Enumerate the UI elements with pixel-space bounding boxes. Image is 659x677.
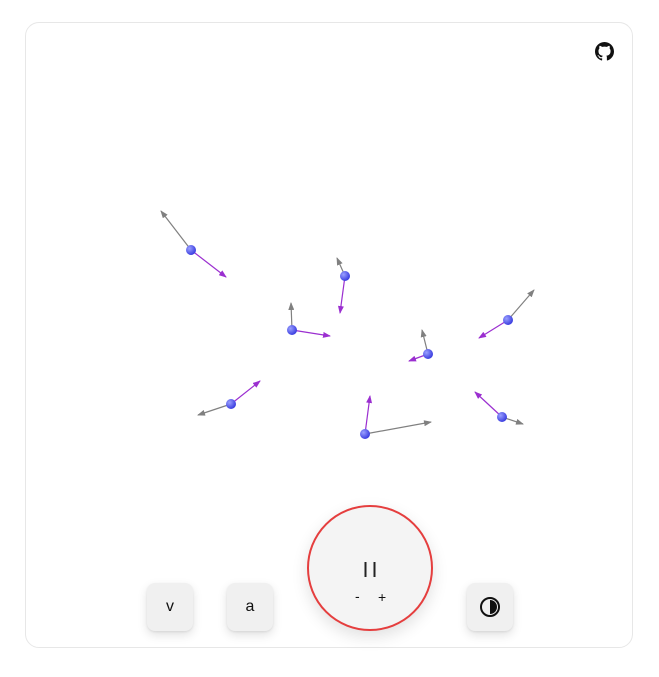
acceleration-arrow: [230, 380, 261, 405]
pause-icon: [364, 562, 376, 577]
acceleration-toggle-button[interactable]: a: [227, 583, 273, 631]
velocity-toggle-button[interactable]: v: [147, 583, 193, 631]
particle: [360, 429, 370, 439]
particle: [423, 349, 433, 359]
velocity-arrow: [160, 210, 192, 251]
acceleration-arrow: [337, 275, 346, 314]
theme-toggle-button[interactable]: [467, 583, 513, 631]
particle: [186, 245, 196, 255]
speed-decrease-button[interactable]: -: [355, 588, 360, 604]
particle: [226, 399, 236, 409]
acceleration-arrow: [291, 329, 331, 338]
velocity-arrow: [197, 403, 232, 416]
acceleration-arrow: [190, 249, 227, 278]
velocity-arrow: [507, 289, 535, 321]
acceleration-arrow: [474, 391, 503, 418]
particle: [497, 412, 507, 422]
velocity-label: v: [166, 598, 174, 615]
acceleration-arrow: [478, 319, 509, 339]
particle: [340, 271, 350, 281]
acceleration-arrow: [364, 395, 373, 435]
velocity-arrow: [364, 420, 432, 435]
speed-increase-button[interactable]: +: [378, 589, 386, 605]
particle: [503, 315, 513, 325]
acceleration-label: a: [245, 598, 255, 615]
contrast-icon: [480, 597, 500, 617]
particle: [287, 325, 297, 335]
play-pause-button[interactable]: - +: [307, 505, 433, 631]
